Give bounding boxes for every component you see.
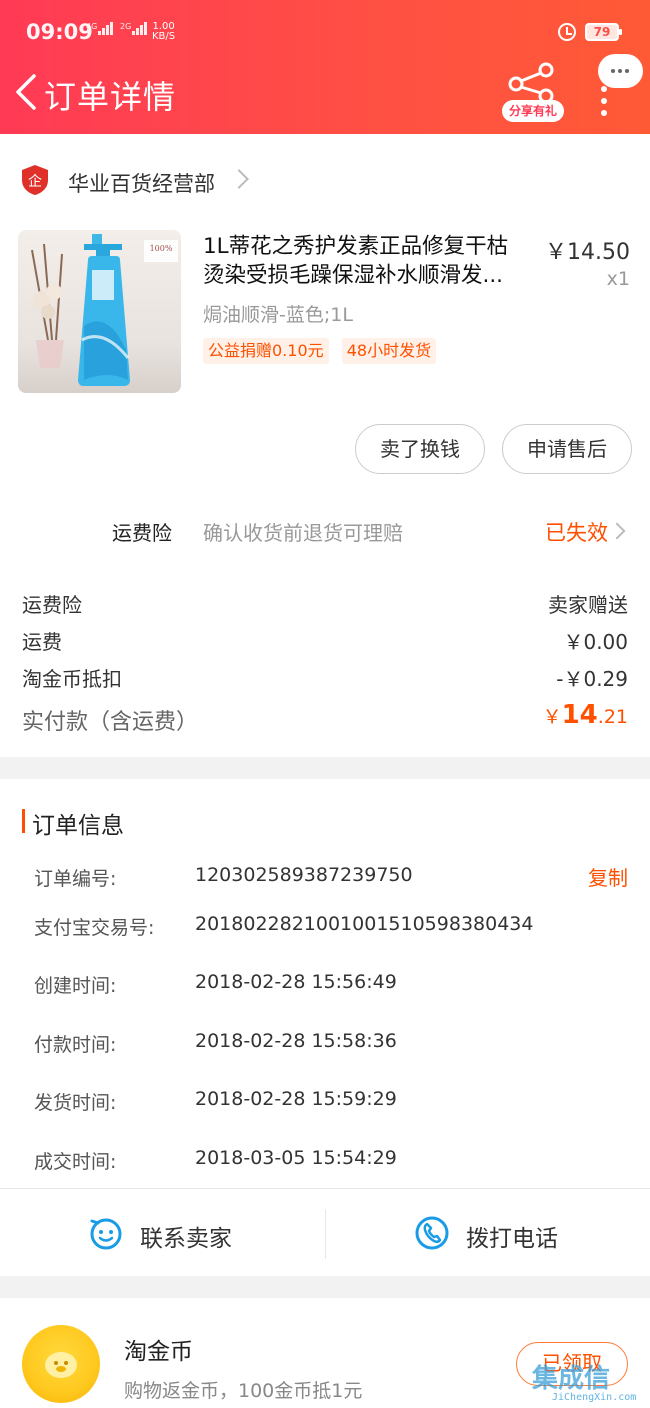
- svg-text:100%: 100%: [150, 244, 173, 253]
- copy-button[interactable]: 复制: [588, 862, 628, 891]
- order-info-row: 成交时间: 2018-03-05 15:54:29: [34, 1147, 397, 1173]
- shop-name: 华业百货经营部: [68, 172, 215, 196]
- product-price: ￥14.50: [545, 240, 630, 265]
- svg-text:企: 企: [28, 173, 42, 190]
- message-bubble-icon[interactable]: [598, 54, 643, 88]
- shop-row[interactable]: 企 华业百货经营部: [20, 160, 320, 202]
- product-image[interactable]: 100%: [18, 230, 181, 393]
- product-title[interactable]: 1L蒂花之秀护发素正品修复干枯烫染受损毛躁保湿补水顺滑发...: [203, 232, 525, 290]
- fee-row: 运费险 卖家赠送: [22, 589, 628, 619]
- fee-value: ￥0.00: [563, 630, 628, 654]
- contact-bar: 联系卖家 拨打电话: [0, 1188, 650, 1276]
- status-time: 09:09: [26, 20, 93, 44]
- order-info-row: 发货时间: 2018-02-28 15:59:29: [34, 1088, 397, 1114]
- fee-row: 运费 ￥0.00: [22, 626, 628, 656]
- chevron-right-icon: [229, 169, 249, 189]
- top-header: 09:09 4G 2G 1.00 KB/S 79 订单详情 分享有礼: [0, 0, 650, 134]
- heading-accent-bar: [22, 809, 25, 833]
- share-button[interactable]: 分享有礼: [500, 62, 566, 124]
- fee-label: 淘金币抵扣: [22, 667, 122, 691]
- shipping-insurance-row[interactable]: 运费险 确认收货前退货可理赔 已失效: [0, 505, 650, 555]
- coins-title: 淘金币: [124, 1339, 193, 1365]
- signal-2-icon: 2G: [120, 22, 148, 35]
- network-speed: 1.00 KB/S: [152, 21, 176, 42]
- site-watermark: 集成信 JiChengXin.com: [532, 1364, 637, 1403]
- insurance-label: 运费险: [112, 521, 172, 545]
- product-tags: 公益捐赠0.10元 48小时发货: [203, 338, 444, 364]
- charity-tag: 公益捐赠0.10元: [203, 338, 329, 364]
- page-title: 订单详情: [44, 78, 177, 116]
- total-row: 实付款（含运费） ￥14.21: [22, 700, 628, 740]
- signal-1-icon: 4G: [86, 22, 114, 35]
- insurance-status: 已失效: [545, 521, 608, 545]
- fee-row: 淘金币抵扣 -￥0.29: [22, 663, 628, 693]
- total-label: 实付款（含运费）: [22, 710, 199, 735]
- status-bar: 09:09 4G 2G 1.00 KB/S 79: [0, 0, 650, 66]
- total-amount: ￥14.21: [542, 700, 628, 730]
- alarm-icon: [558, 23, 576, 41]
- order-info-row: 支付宝交易号: 2018022821001001510598380434: [34, 913, 534, 939]
- share-icon: [508, 62, 554, 102]
- section-gap: [0, 1276, 650, 1298]
- sell-button[interactable]: 卖了换钱: [355, 424, 485, 474]
- after-sale-button[interactable]: 申请售后: [502, 424, 632, 474]
- product-sku: 焗油顺滑-蓝色;1L: [203, 304, 353, 326]
- fee-value: 卖家赠送: [548, 593, 628, 617]
- fee-label: 运费险: [22, 593, 82, 617]
- gold-coin-icon: [22, 1325, 100, 1403]
- order-info-row: 付款时间: 2018-02-28 15:58:36: [34, 1030, 397, 1056]
- shipping-tag: 48小时发货: [341, 338, 437, 364]
- insurance-desc: 确认收货前退货可理赔: [203, 521, 403, 545]
- order-info-row: 创建时间: 2018-02-28 15:56:49: [34, 971, 397, 997]
- divider: [325, 1209, 326, 1259]
- section-gap: [0, 757, 650, 779]
- battery-icon: 79: [585, 23, 622, 41]
- fee-value: -￥0.29: [556, 667, 628, 691]
- chevron-right-icon: [608, 522, 626, 540]
- share-label: 分享有礼: [502, 100, 564, 122]
- order-info-row: 订单编号: 120302589387239750 复制: [34, 862, 628, 891]
- product-quantity: x1: [606, 268, 630, 290]
- chat-smile-icon: [90, 1218, 122, 1250]
- back-arrow-icon[interactable]: [12, 72, 46, 112]
- fee-label: 运费: [22, 630, 62, 654]
- product-bottle-illustration: 100%: [31, 234, 178, 386]
- coins-desc: 购物返金币，100金币抵1元: [124, 1380, 363, 1402]
- shop-badge-icon: 企: [22, 165, 48, 195]
- phone-icon: [415, 1216, 449, 1250]
- more-menu-icon[interactable]: [601, 86, 611, 116]
